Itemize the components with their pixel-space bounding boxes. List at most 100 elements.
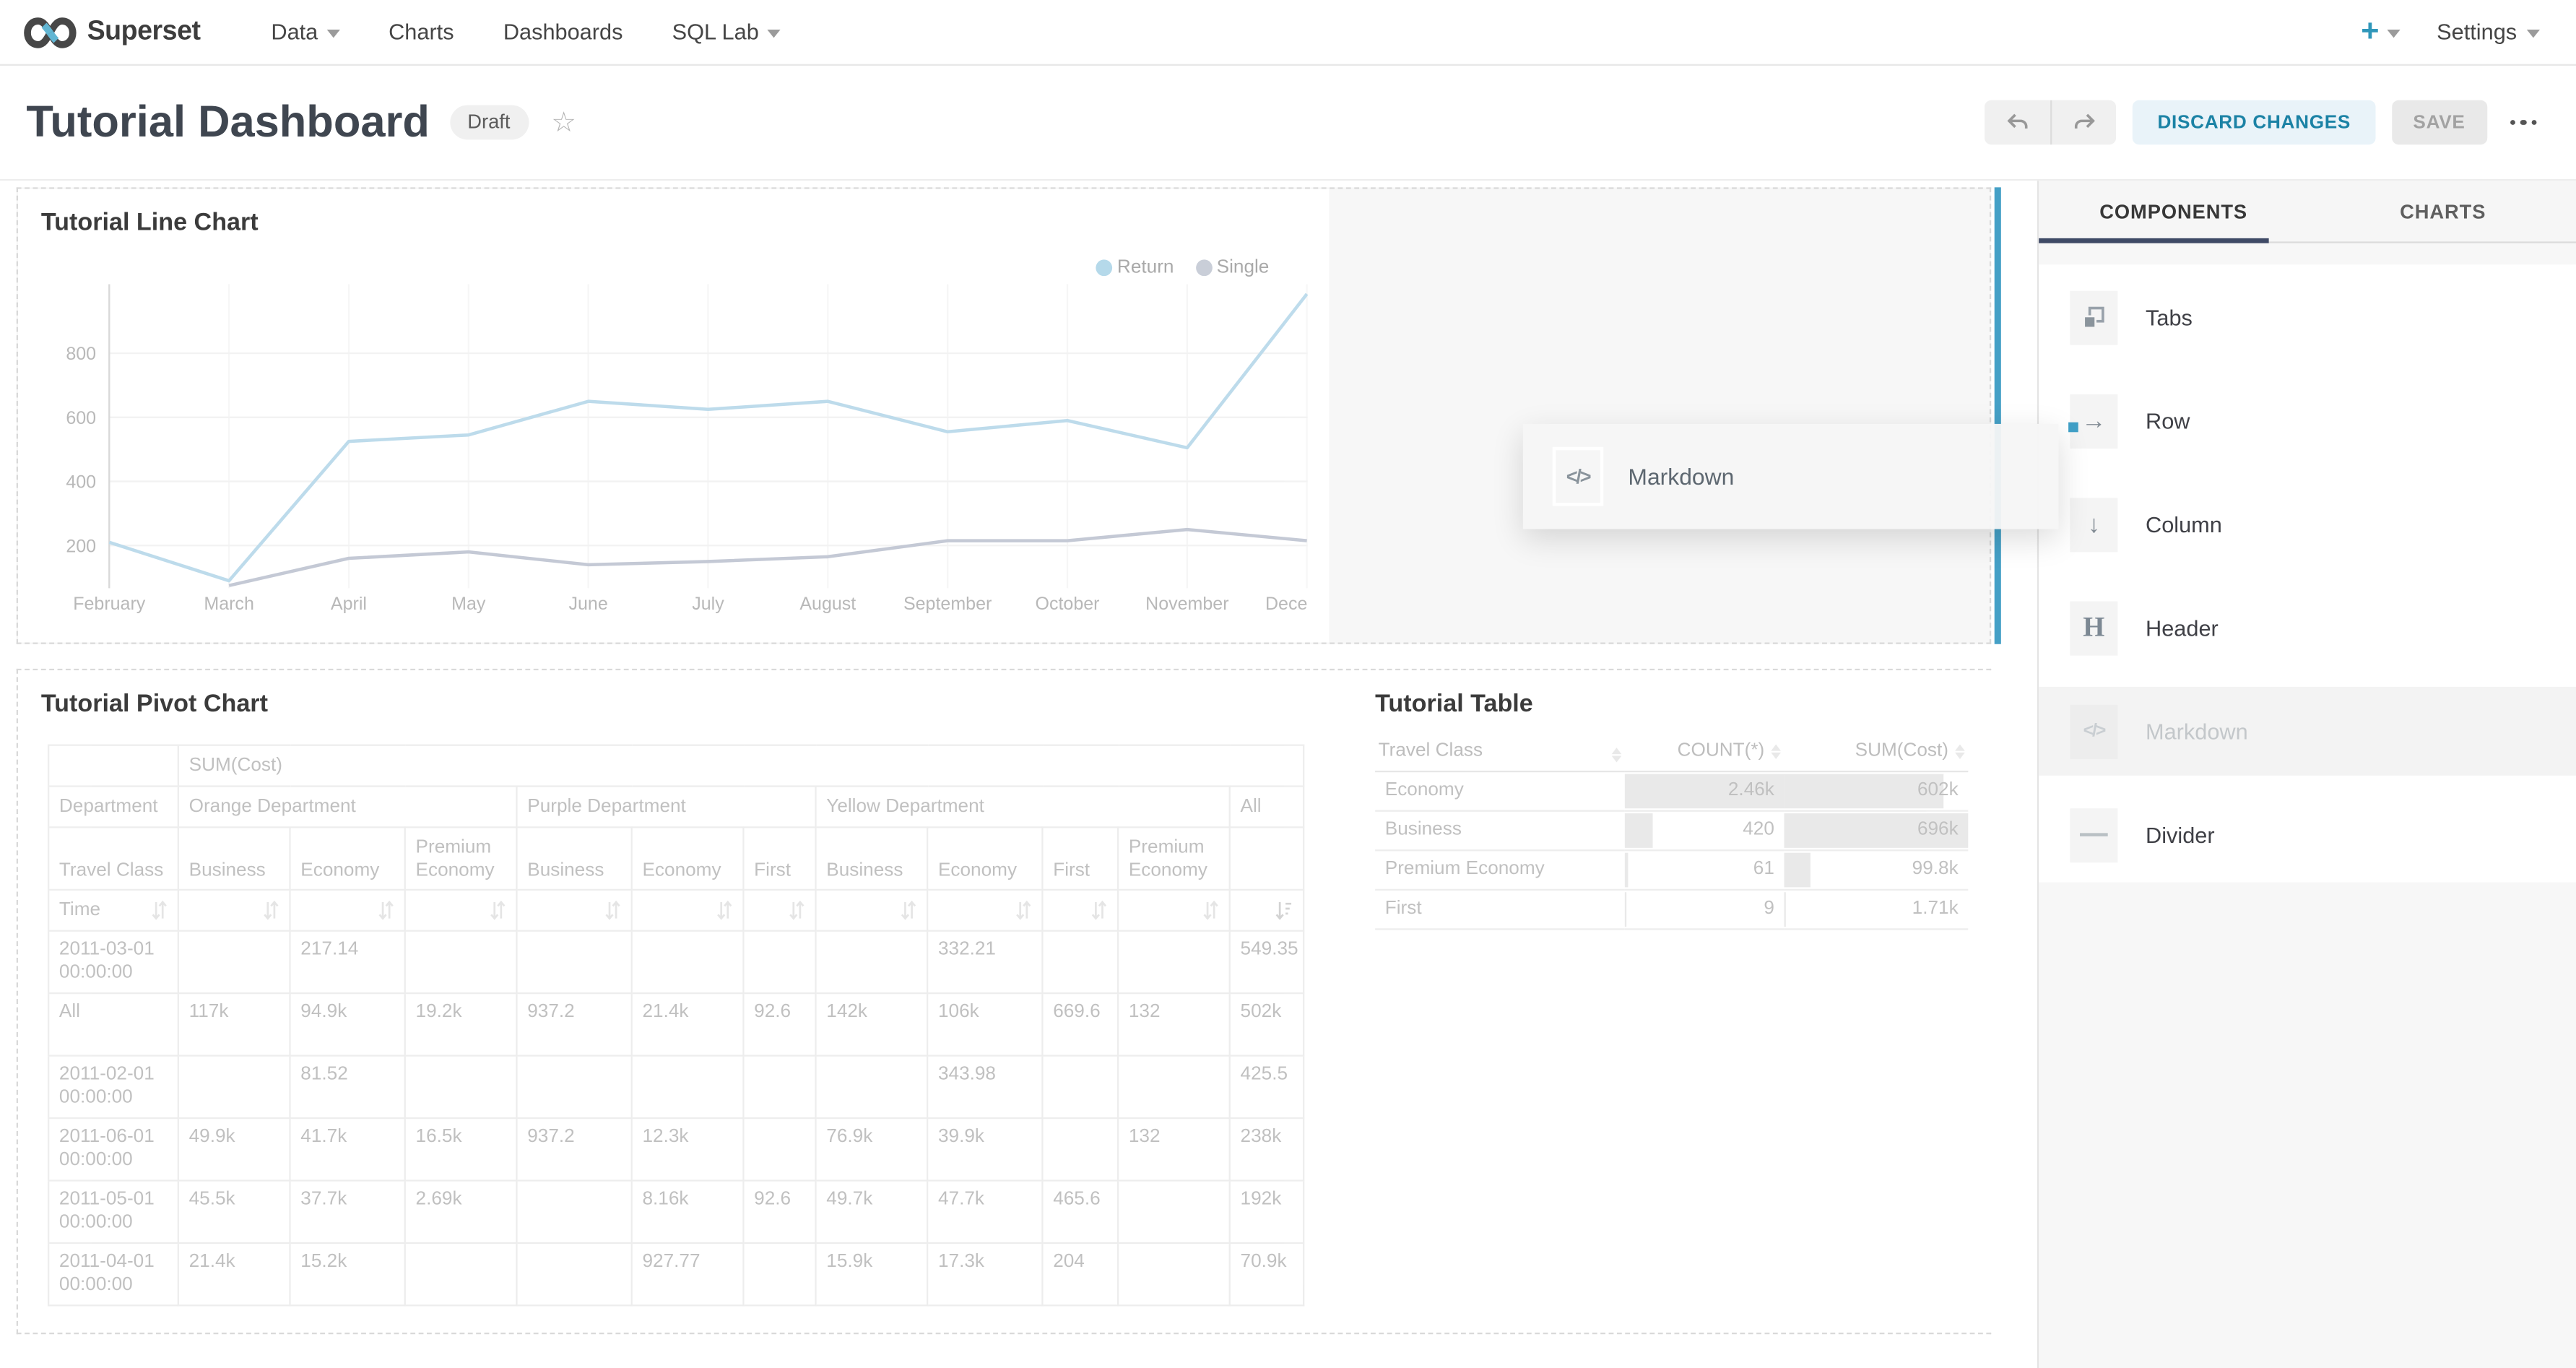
- undo-button[interactable]: [1985, 100, 2051, 144]
- chart-title: Tutorial Line Chart: [41, 209, 259, 237]
- component-label: Header: [2146, 615, 2219, 640]
- pivot-col-group: Yellow Department: [815, 787, 1229, 828]
- drag-ghost-label: Markdown: [1628, 464, 1734, 490]
- svg-text:May: May: [451, 594, 486, 614]
- pivot-class-col: Premium Economy: [1118, 827, 1230, 889]
- settings-menu[interactable]: Settings: [2437, 20, 2540, 44]
- undo-redo-group: [1985, 100, 2117, 144]
- save-button[interactable]: SAVE: [2392, 100, 2486, 144]
- component-label: Column: [2146, 512, 2222, 537]
- drag-anchor-dot: [2068, 423, 2078, 433]
- sort-desc-icon[interactable]: [1275, 901, 1293, 920]
- sidebar-tabs: COMPONENTS CHARTS: [2039, 181, 2576, 243]
- component-list: Tabs →Row ↓ Column H Header </>Markdown Divider: [2039, 264, 2576, 882]
- svg-text:September: September: [903, 594, 992, 614]
- chart-title: Tutorial Table: [1375, 690, 1533, 718]
- data-table-body: Travel ClassCOUNT(*)SUM(Cost)Economy2.46…: [1375, 733, 1968, 930]
- sort-icon[interactable]: [151, 901, 168, 920]
- sort-icon[interactable]: [789, 901, 805, 920]
- sort-icon[interactable]: [1015, 901, 1032, 920]
- builder-sidebar: COMPONENTS CHARTS Tabs →Row ↓ Column H Header…: [2037, 181, 2576, 1368]
- svg-text:March: March: [204, 594, 254, 614]
- pivot-table: SUM(Cost)DepartmentOrange DepartmentPurp…: [48, 745, 1305, 1307]
- col-header-sum[interactable]: SUM(Cost): [1784, 733, 1969, 771]
- sort-icon[interactable]: [1091, 901, 1108, 920]
- table-row: First91.71k: [1375, 889, 1968, 929]
- sort-icon[interactable]: [378, 901, 394, 920]
- sort-icon[interactable]: [263, 901, 279, 920]
- line-chart-card[interactable]: Tutorial Line Chart 200400600800February…: [18, 189, 1329, 643]
- nav-item-charts[interactable]: Charts: [364, 0, 479, 64]
- component-item-tabs[interactable]: Tabs: [2039, 273, 2576, 362]
- plus-icon: +: [2361, 17, 2379, 48]
- legend-item-single[interactable]: Single: [1195, 258, 1269, 277]
- top-navbar: Superset DataChartsDashboardsSQL Lab + S…: [0, 0, 2576, 66]
- pivot-class-col: First: [1042, 827, 1118, 889]
- redo-icon: [2072, 112, 2096, 134]
- nav-item-dashboards[interactable]: Dashboards: [479, 0, 648, 64]
- col-header-travel-class[interactable]: Travel Class: [1375, 733, 1625, 771]
- svg-text:800: 800: [66, 344, 96, 364]
- superset-logo[interactable]: Superset: [0, 16, 201, 48]
- header-icon: H: [2083, 611, 2104, 644]
- pivot-chart-card[interactable]: Tutorial Pivot Chart SUM(Cost)Department…: [18, 670, 1329, 1333]
- sort-icon[interactable]: [604, 901, 621, 920]
- grid-row-bottom: Tutorial Pivot Chart SUM(Cost)Department…: [17, 669, 1991, 1334]
- pivot-row: 2011-04-01 00:00:0021.4k15.2k927.7715.9k…: [48, 1243, 1304, 1305]
- pivot-class-col: Business: [178, 827, 290, 889]
- chart-legend: Return Single: [1096, 258, 1269, 277]
- sort-icon[interactable]: [1202, 901, 1219, 920]
- table-row: Economy2.46k602k: [1375, 771, 1968, 810]
- page-title: Tutorial Dashboard: [0, 97, 430, 148]
- drag-ghost-markdown[interactable]: </> Markdown: [1523, 424, 2059, 529]
- infinity-logo-icon: [23, 16, 77, 48]
- svg-text:February: February: [73, 594, 146, 614]
- svg-text:200: 200: [66, 536, 96, 556]
- sort-icon[interactable]: [490, 901, 506, 920]
- sort-icon[interactable]: [716, 901, 733, 920]
- svg-text:November: November: [1145, 594, 1228, 614]
- sort-icon[interactable]: [901, 901, 917, 920]
- pivot-table-body: SUM(Cost)DepartmentOrange DepartmentPurp…: [48, 745, 1305, 1307]
- component-item-markdown[interactable]: </>Markdown: [2039, 687, 2576, 776]
- new-item-button[interactable]: +: [2361, 17, 2401, 48]
- superset-app: Superset DataChartsDashboardsSQL Lab + S…: [0, 0, 2576, 1368]
- table-chart-card[interactable]: Tutorial Table Travel ClassCOUNT(*)SUM(C…: [1352, 670, 1992, 1333]
- legend-item-return[interactable]: Return: [1096, 258, 1174, 277]
- discard-changes-button[interactable]: DISCARD CHANGES: [2133, 100, 2375, 144]
- svg-text:600: 600: [66, 408, 96, 428]
- pivot-class-col: Business: [815, 827, 927, 889]
- pivot-row: 2011-05-01 00:00:0045.5k37.7k2.69k8.16k9…: [48, 1181, 1304, 1243]
- divider-icon: [2080, 833, 2108, 836]
- nav-right: + Settings: [2361, 17, 2576, 48]
- svg-text:April: April: [331, 594, 367, 614]
- nav-item-sql-lab[interactable]: SQL Lab: [648, 0, 805, 64]
- component-item-header[interactable]: H Header: [2039, 584, 2576, 672]
- column-icon: ↓: [2088, 510, 2100, 538]
- nav-item-data[interactable]: Data: [246, 0, 364, 64]
- pivot-corner-cell: [48, 745, 178, 787]
- redo-button[interactable]: [2051, 100, 2117, 144]
- settings-label: Settings: [2437, 20, 2517, 44]
- pivot-class-col: [1230, 827, 1304, 889]
- drop-indicator: [1995, 187, 2001, 644]
- svg-text:July: July: [692, 594, 724, 614]
- component-item-divider[interactable]: Divider: [2039, 790, 2576, 879]
- brand-name: Superset: [87, 17, 201, 48]
- tab-components[interactable]: COMPONENTS: [2039, 181, 2308, 241]
- chevron-down-icon: [2527, 29, 2540, 37]
- tab-charts[interactable]: CHARTS: [2308, 181, 2576, 241]
- svg-text:December: December: [1265, 594, 1308, 614]
- component-item-row[interactable]: →Row: [2039, 376, 2576, 465]
- table-row: Business420696k: [1375, 810, 1968, 850]
- pivot-time-label: Time: [59, 899, 100, 922]
- pivot-col-group: All: [1230, 787, 1304, 828]
- sort-caret-icon: [1771, 744, 1781, 758]
- pivot-row-dim: Department: [48, 787, 178, 828]
- ellipsis-menu-button[interactable]: [2503, 119, 2544, 125]
- component-label: Divider: [2146, 823, 2215, 847]
- favorite-star-icon[interactable]: ☆: [551, 106, 576, 139]
- pivot-metric-label: SUM(Cost): [178, 745, 1304, 787]
- col-header-count[interactable]: COUNT(*): [1625, 733, 1784, 771]
- component-item-column[interactable]: ↓ Column: [2039, 480, 2576, 568]
